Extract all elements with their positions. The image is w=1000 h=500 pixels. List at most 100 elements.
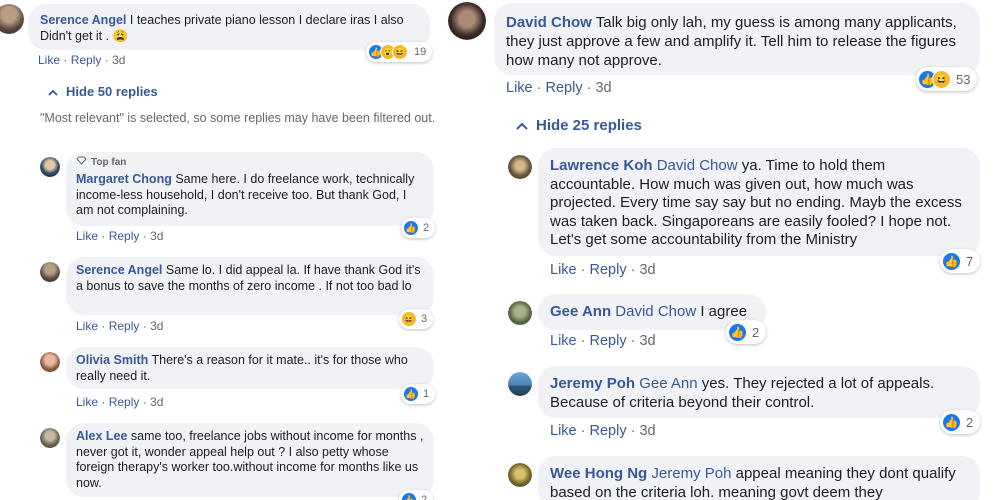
reply-actions: Like · Reply · 3d [76,319,164,333]
like-reaction-icon: 👍 [942,251,961,271]
mention-link[interactable]: David Chow [615,303,696,320]
comment-actions: Like · Reply · 3d [506,80,612,96]
avatar[interactable] [508,155,532,179]
avatar[interactable] [40,352,60,372]
reaction-count: 3 [421,313,428,325]
comment-author[interactable]: Serence Angel [40,13,126,27]
comment-time[interactable]: 3d [595,80,611,96]
reaction-count: 2 [421,494,428,500]
like-reaction-icon: 👍 [942,412,961,432]
avatar[interactable] [40,157,60,177]
reply-link[interactable]: Reply [590,262,627,278]
reply-time[interactable]: 3d [639,262,655,278]
reaction-count: 2 [423,222,430,234]
reply-actions: Like · Reply · 3d [550,423,656,439]
filtered-note: "Most relevant" is selected, so some rep… [40,111,436,125]
like-link[interactable]: Like [76,395,98,409]
like-link[interactable]: Like [76,319,98,333]
like-reaction-icon: 👍 [403,386,419,402]
reply-author[interactable]: Gee Ann [550,303,611,320]
comments-page: Serence Angel I teaches private piano le… [0,0,1000,500]
reaction-summary[interactable]: 👍 2 [401,218,436,238]
reply-bubble: Olivia Smith There's a reason for it mat… [66,347,434,389]
comment-actions: Like · Reply · 3d [38,53,126,67]
reply-link[interactable]: Reply [71,53,102,67]
reaction-count: 1 [423,388,430,400]
reply-link[interactable]: Reply [109,229,140,243]
reply-time[interactable]: 3d [150,319,163,333]
reply-actions: Like · Reply · 3d [76,229,164,243]
reply-link[interactable]: Reply [590,333,627,349]
avatar[interactable] [508,301,532,325]
reply-author[interactable]: Margaret Chong [76,172,172,186]
reply-text: same too, freelance jobs without income … [76,429,424,490]
reply-link[interactable]: Reply [546,80,583,96]
reply-bubble: Wee Hong Ng Jeremy Poh appeal meaning th… [538,456,980,500]
reply-actions: Like · Reply · 3d [76,395,164,409]
reply-time[interactable]: 3d [150,229,163,243]
like-link[interactable]: Like [38,53,60,67]
like-link[interactable]: Like [550,333,577,349]
reply-bubble: Alex Lee same too, freelance jobs withou… [66,423,434,497]
reaction-summary[interactable]: 👍 7 [940,249,981,273]
reaction-summary[interactable]: 😆 3 [399,309,434,329]
avatar[interactable] [40,262,60,282]
reply-bubble: Jeremy Poh Gee Ann yes. They rejected a … [538,366,980,418]
haha-reaction-icon: 😆 [392,44,408,60]
avatar[interactable] [448,2,486,40]
reaction-count: 7 [966,253,974,269]
reply-author[interactable]: Wee Hong Ng [550,465,647,482]
reaction-summary[interactable]: 👍 2 [726,320,767,344]
like-link[interactable]: Like [506,80,533,96]
mention-link[interactable]: Jeremy Poh [651,465,731,482]
like-link[interactable]: Like [76,229,98,243]
reply-time[interactable]: 3d [639,333,655,349]
hide-replies-button[interactable]: Hide 25 replies [516,117,642,134]
reply-author[interactable]: Serence Angel [76,263,162,277]
reply-actions: Like · Reply · 3d [550,333,656,349]
reply-link[interactable]: Reply [590,423,627,439]
reply-link[interactable]: Reply [109,395,140,409]
reply-bubble: Lawrence Koh David Chow ya. Time to hold… [538,148,980,256]
reply-actions: Like · Reply · 3d [550,262,656,278]
diamond-icon [76,156,87,168]
hide-replies-label: Hide 50 replies [66,84,158,99]
comment-bubble: David Chow Talk big only lah, my guess i… [494,3,980,75]
haha-reaction-icon: 😆 [932,69,951,89]
haha-reaction-icon: 😆 [401,311,417,327]
reaction-summary[interactable]: 👍 😆 53 [916,67,978,91]
reply-bubble: Serence Angel Same lo. I did appeal la. … [66,257,434,315]
reaction-summary[interactable]: 👍 2 [940,410,981,434]
reply-time[interactable]: 3d [639,423,655,439]
like-reaction-icon: 👍 [401,492,417,500]
comment-time[interactable]: 3d [112,53,125,67]
avatar[interactable] [508,463,532,487]
reaction-summary[interactable]: 👍 2 [399,490,434,500]
reply-author[interactable]: Olivia Smith [76,353,148,367]
top-fan-label: Top fan [91,156,127,168]
avatar[interactable] [508,372,532,396]
reaction-count: 19 [414,46,427,58]
reaction-summary[interactable]: 👍 1 [401,384,436,404]
like-reaction-icon: 👍 [728,322,747,342]
reaction-summary[interactable]: 👍 😮 😆 19 [366,42,433,62]
reply-author[interactable]: Alex Lee [76,429,127,443]
like-link[interactable]: Like [550,423,577,439]
avatar[interactable] [0,4,24,34]
hide-replies-button[interactable]: Hide 50 replies [48,84,158,99]
reaction-count: 2 [752,324,760,340]
mention-link[interactable]: David Chow [657,157,738,174]
reply-time[interactable]: 3d [150,395,163,409]
avatar[interactable] [40,428,60,448]
reply-link[interactable]: Reply [109,319,140,333]
comment-author[interactable]: David Chow [506,14,592,31]
chevron-up-icon [516,117,528,134]
chevron-up-icon [48,84,58,99]
reaction-count: 53 [956,71,971,87]
reply-author[interactable]: Jeremy Poh [550,375,635,392]
reply-author[interactable]: Lawrence Koh [550,157,653,174]
mention-link[interactable]: Gee Ann [639,375,697,392]
reply-text: I agree [700,303,748,320]
reply-bubble: Top fan Margaret Chong Same here. I do f… [66,152,434,226]
like-link[interactable]: Like [550,262,577,278]
